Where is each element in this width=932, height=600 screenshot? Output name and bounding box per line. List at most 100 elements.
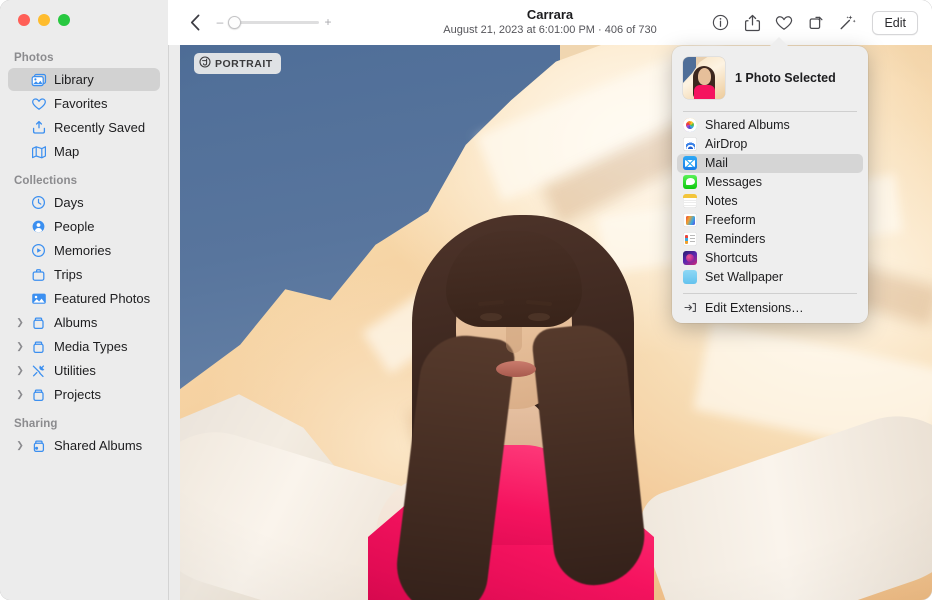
chevron-right-icon[interactable]: ❯ — [15, 311, 25, 334]
edit-extensions-item[interactable]: Edit Extensions… — [677, 298, 863, 317]
info-icon — [712, 14, 729, 31]
share-target-reminders[interactable]: Reminders — [677, 230, 863, 249]
sidebar-item-label: Media Types — [54, 340, 127, 353]
sidebar-item-recently-saved[interactable]: Recently Saved — [8, 116, 160, 139]
share-target-label: AirDrop — [705, 137, 747, 151]
share-target-messages[interactable]: Messages — [677, 173, 863, 192]
shared-album-icon — [30, 437, 47, 454]
sidebar-section-header-photos: Photos — [0, 46, 168, 67]
share-target-label: Set Wallpaper — [705, 270, 783, 284]
sidebar-item-shared-albums[interactable]: ❯ Shared Albums — [8, 434, 160, 457]
share-popover: 1 Photo Selected Shared Albums AirDrop M… — [672, 46, 868, 323]
back-button[interactable] — [184, 9, 206, 35]
share-target-freeform[interactable]: Freeform — [677, 211, 863, 230]
popover-title: 1 Photo Selected — [735, 71, 836, 85]
sidebar: Photos Library Favorites Recently Saved — [0, 0, 169, 600]
album-box-icon — [30, 386, 47, 403]
sidebar-item-memories[interactable]: Memories — [8, 239, 160, 262]
popover-header: 1 Photo Selected — [672, 46, 868, 110]
share-target-set-wallpaper[interactable]: Set Wallpaper — [677, 268, 863, 287]
photos-library-icon — [30, 71, 47, 88]
chevron-right-icon[interactable]: ❯ — [15, 383, 25, 406]
zoom-in-label[interactable]: + — [323, 16, 333, 28]
zoom-out-label[interactable]: – — [215, 16, 225, 28]
chevron-right-icon[interactable]: ❯ — [15, 335, 25, 358]
sidebar-item-label: Favorites — [54, 97, 107, 110]
edit-extensions-label: Edit Extensions… — [705, 301, 804, 315]
extensions-icon — [683, 301, 697, 315]
person-circle-icon — [30, 218, 47, 235]
sidebar-item-favorites[interactable]: Favorites — [8, 92, 160, 115]
airdrop-icon — [683, 137, 697, 151]
toolbar-actions: Edit — [704, 0, 918, 45]
share-target-notes[interactable]: Notes — [677, 192, 863, 211]
sidebar-item-albums[interactable]: ❯ Albums — [8, 311, 160, 334]
share-target-airdrop[interactable]: AirDrop — [677, 135, 863, 154]
sidebar-item-label: Trips — [54, 268, 82, 281]
reminders-app-icon — [683, 232, 697, 246]
popover-divider-top — [683, 111, 857, 112]
sidebar-item-featured-photos[interactable]: Featured Photos — [8, 287, 160, 310]
minimize-window-button[interactable] — [38, 14, 50, 26]
share-target-label: Shared Albums — [705, 118, 790, 132]
rotate-button[interactable] — [800, 8, 832, 38]
portrait-badge: PORTRAIT — [194, 53, 281, 74]
freeform-app-icon — [683, 213, 697, 227]
share-target-label: Mail — [705, 156, 728, 170]
sidebar-item-utilities[interactable]: ❯ Utilities — [8, 359, 160, 382]
share-target-label: Freeform — [705, 213, 756, 227]
sidebar-item-people[interactable]: People — [8, 215, 160, 238]
share-target-label: Notes — [705, 194, 738, 208]
sidebar-item-label: Projects — [54, 388, 101, 401]
sidebar-item-label: Recently Saved — [54, 121, 145, 134]
suitcase-icon — [30, 266, 47, 283]
rotate-icon — [808, 14, 825, 31]
chevron-left-icon — [190, 14, 201, 31]
sidebar-item-projects[interactable]: ❯ Projects — [8, 383, 160, 406]
sidebar-item-label: Utilities — [54, 364, 96, 377]
sidebar-scroll-area[interactable]: Photos Library Favorites Recently Saved — [0, 46, 168, 600]
share-target-shared-albums[interactable]: Shared Albums — [677, 116, 863, 135]
share-target-shortcuts[interactable]: Shortcuts — [677, 249, 863, 268]
sidebar-item-media-types[interactable]: ❯ Media Types — [8, 335, 160, 358]
share-target-label: Shortcuts — [705, 251, 758, 265]
share-target-mail[interactable]: Mail — [677, 154, 863, 173]
popover-divider-bottom — [683, 293, 857, 294]
sidebar-item-trips[interactable]: Trips — [8, 263, 160, 286]
wallpaper-icon — [683, 270, 697, 284]
sidebar-item-label: Albums — [54, 316, 97, 329]
close-window-button[interactable] — [18, 14, 30, 26]
share-target-label: Reminders — [705, 232, 765, 246]
photo-frame-icon — [30, 290, 47, 307]
heart-icon — [30, 95, 47, 112]
aperture-icon — [199, 56, 211, 71]
chevron-right-icon[interactable]: ❯ — [15, 434, 25, 457]
maximize-window-button[interactable] — [58, 14, 70, 26]
zoom-slider-track[interactable] — [229, 21, 319, 24]
tray-arrow-up-icon — [30, 119, 47, 136]
info-button[interactable] — [704, 8, 736, 38]
heart-icon — [775, 15, 793, 31]
sidebar-item-library[interactable]: Library — [8, 68, 160, 91]
sidebar-item-label: Featured Photos — [54, 292, 150, 305]
share-button[interactable] — [736, 8, 768, 38]
zoom-slider-knob[interactable] — [228, 16, 241, 29]
edit-button[interactable]: Edit — [872, 11, 918, 35]
toolbar: – + Carrara August 21, 2023 at 6:01:00 P… — [168, 0, 932, 45]
tools-icon — [30, 362, 47, 379]
sidebar-item-map[interactable]: Map — [8, 140, 160, 163]
sidebar-section-header-collections: Collections — [0, 169, 168, 190]
album-box-icon — [30, 338, 47, 355]
sidebar-item-days[interactable]: Days — [8, 191, 160, 214]
sidebar-item-label: Library — [54, 73, 94, 86]
favorite-button[interactable] — [768, 8, 800, 38]
selected-photo-thumbnail — [683, 57, 725, 99]
auto-enhance-button[interactable] — [832, 8, 864, 38]
zoom-slider[interactable]: – + — [215, 14, 333, 30]
memories-play-icon — [30, 242, 47, 259]
magic-wand-icon — [839, 14, 857, 31]
chevron-right-icon[interactable]: ❯ — [15, 359, 25, 382]
portrait-badge-label: PORTRAIT — [215, 58, 273, 70]
photos-app-icon — [683, 118, 697, 132]
notes-app-icon — [683, 194, 697, 208]
